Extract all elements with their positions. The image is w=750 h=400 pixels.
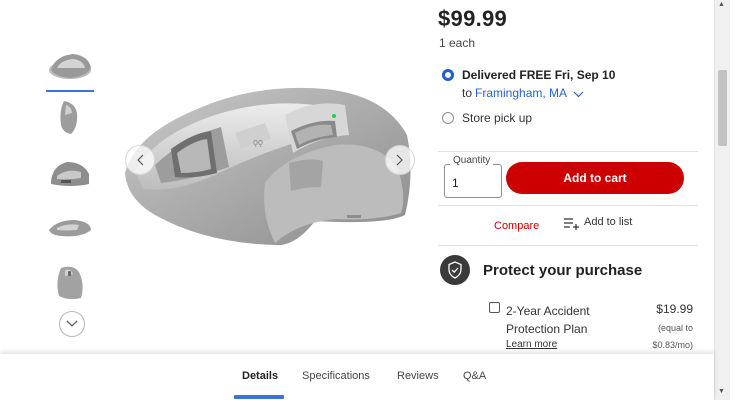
delivery-radio[interactable] bbox=[442, 69, 454, 81]
thumbnail-3[interactable] bbox=[44, 150, 96, 194]
protection-plan-checkbox[interactable] bbox=[489, 302, 500, 313]
product-page: ǫǫ $99.99 1 each Delivered FREE Fri, Sep… bbox=[0, 0, 750, 400]
chevron-left-icon bbox=[137, 154, 144, 166]
plan-equal-line-1: (equal to bbox=[657, 323, 693, 333]
mouse-thumbnail-image bbox=[49, 220, 91, 237]
shield-check-icon bbox=[440, 255, 470, 285]
mouse-thumbnail-image bbox=[49, 54, 91, 79]
plan-name-line-1: 2-Year Accident bbox=[506, 304, 590, 318]
chevron-down-icon bbox=[66, 320, 78, 327]
product-price: $99.99 bbox=[438, 6, 508, 31]
carousel-previous-button[interactable] bbox=[125, 145, 155, 175]
product-main-image: ǫǫ bbox=[125, 87, 411, 246]
mouse-thumbnail-image bbox=[57, 266, 83, 300]
thumbnail-4[interactable] bbox=[44, 204, 96, 248]
delivery-location-link[interactable]: Framingham, MA bbox=[475, 86, 567, 100]
page-scrollbar[interactable]: ▲ ▼ bbox=[714, 0, 730, 400]
tab-qa[interactable]: Q&A bbox=[463, 370, 486, 382]
add-to-list-icon bbox=[564, 218, 579, 230]
protection-plan-name: 2-Year Accident Protection Plan bbox=[506, 302, 590, 338]
mouse-thumbnail-image bbox=[51, 162, 89, 186]
divider bbox=[438, 245, 698, 246]
add-to-cart-button[interactable]: Add to cart bbox=[506, 162, 684, 194]
delivery-destination: to Framingham, MA bbox=[462, 86, 584, 101]
tab-reviews[interactable]: Reviews bbox=[397, 370, 439, 382]
plan-name-line-2: Protection Plan bbox=[506, 322, 588, 336]
add-to-list-button[interactable]: Add to list bbox=[563, 216, 632, 230]
price-unit: 1 each bbox=[439, 36, 476, 50]
store-pickup-radio[interactable] bbox=[442, 112, 454, 124]
store-pickup-label: Store pick up bbox=[462, 111, 533, 125]
tab-details[interactable]: Details bbox=[242, 370, 278, 382]
protection-plan-price: $19.99 bbox=[656, 302, 693, 316]
svg-text:ǫǫ: ǫǫ bbox=[253, 137, 263, 147]
quantity-value[interactable]: 1 bbox=[452, 176, 459, 190]
thumbnail-5[interactable] bbox=[44, 260, 96, 304]
carousel-next-button[interactable] bbox=[385, 145, 415, 175]
delivery-to-prefix: to bbox=[462, 86, 473, 100]
tab-specifications[interactable]: Specifications bbox=[302, 370, 370, 382]
chevron-right-icon bbox=[396, 154, 403, 166]
add-to-list-label: Add to list bbox=[584, 216, 633, 228]
mouse-thumbnail-image bbox=[60, 101, 78, 134]
scroll-down-arrow-icon[interactable]: ▼ bbox=[718, 388, 725, 395]
thumbnails-scroll-down-button[interactable] bbox=[59, 311, 85, 337]
delivery-label: Delivered FREE Fri, Sep 10 bbox=[462, 68, 616, 82]
divider bbox=[438, 151, 698, 152]
quantity-label: Quantity bbox=[450, 155, 494, 166]
active-tab-indicator bbox=[234, 395, 284, 399]
protection-plan-monthly: (equal to $0.83/mo) bbox=[652, 320, 693, 354]
scroll-up-arrow-icon[interactable]: ▲ bbox=[718, 1, 725, 8]
thumbnail-2[interactable] bbox=[44, 95, 96, 139]
thumbnail-1[interactable] bbox=[44, 44, 96, 92]
divider bbox=[438, 205, 698, 206]
plan-equal-line-2: $0.83/mo) bbox=[652, 340, 693, 350]
product-detail-tabs: Details Specifications Reviews Q&A bbox=[0, 354, 714, 400]
learn-more-link[interactable]: Learn more bbox=[506, 339, 557, 350]
scroll-thumb[interactable] bbox=[718, 70, 727, 146]
chevron-down-icon[interactable] bbox=[573, 87, 584, 101]
compare-link[interactable]: Compare bbox=[494, 220, 539, 232]
protection-title: Protect your purchase bbox=[483, 262, 643, 279]
